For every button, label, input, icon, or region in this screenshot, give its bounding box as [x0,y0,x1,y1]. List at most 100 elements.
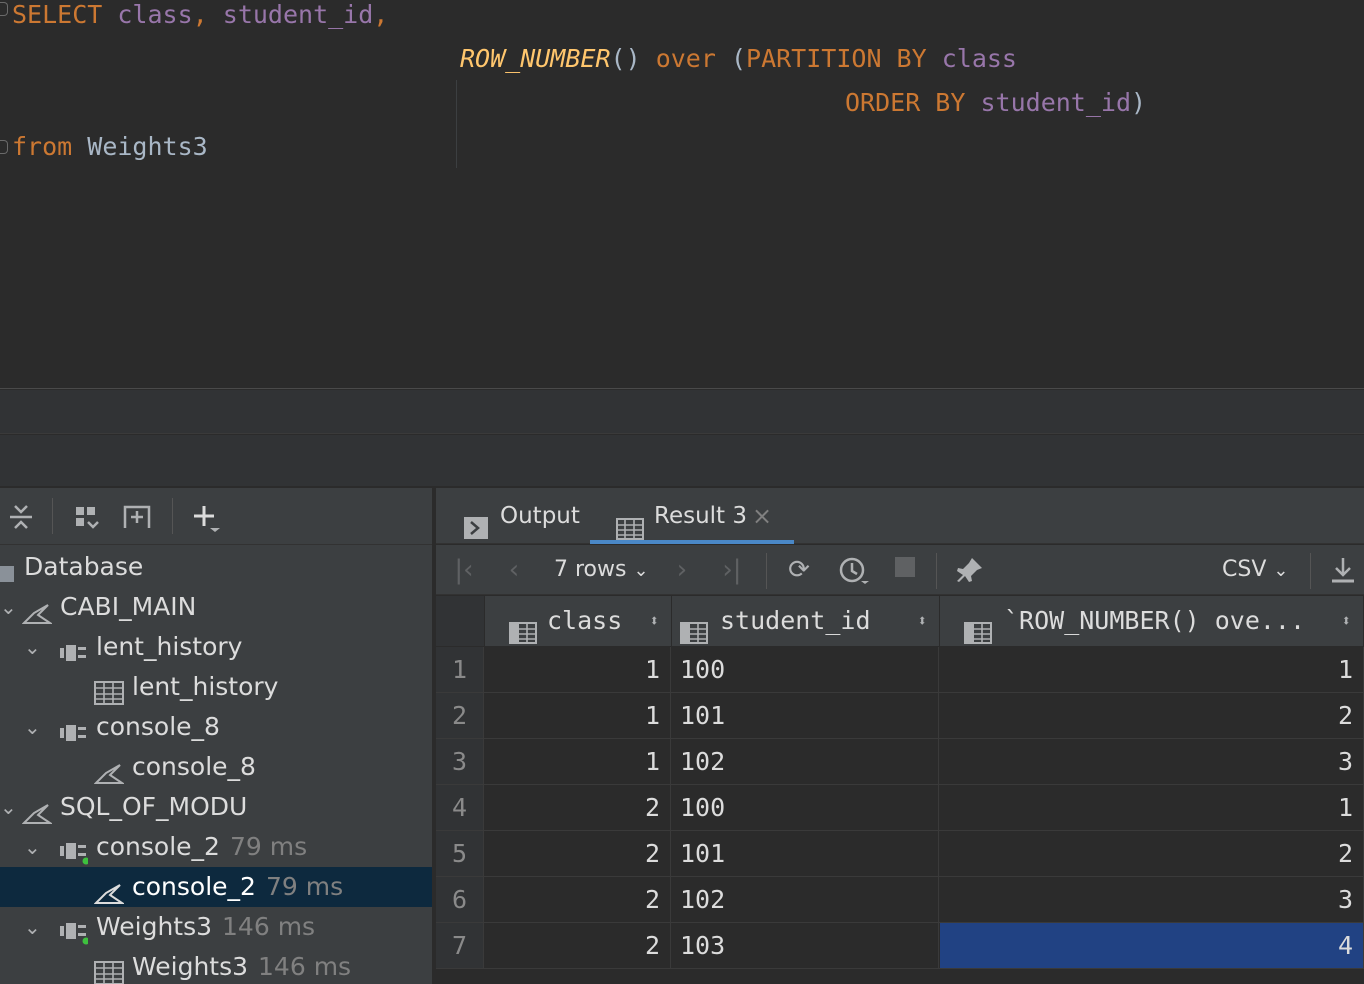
sort-icon[interactable]: ⬍ [917,596,927,646]
close-paren: ) [1131,88,1147,117]
download-icon[interactable] [1328,555,1358,585]
cell-student-id[interactable]: 100 [672,785,939,830]
collapse-all-icon[interactable] [6,502,36,532]
table-row[interactable]: 2 1 101 2 [436,693,1364,739]
row-number: 7 [436,923,484,968]
tree-item-cabi-main[interactable]: ⌄ CABI_MAIN [0,587,432,627]
chevron-down-icon[interactable]: ⌄ [24,907,44,947]
add-icon[interactable] [190,502,220,532]
cell-row-number-selected[interactable]: 4 [940,923,1364,968]
results-grid[interactable]: class ⬍ student_id ⬍ `ROW_NUMBER() ove..… [436,596,1364,984]
row-number: 4 [436,785,484,830]
table-row[interactable]: 7 2 103 4 [436,923,1364,969]
database-icon [0,557,16,582]
last-page-icon[interactable]: ›| [718,555,746,585]
rows-count-dropdown[interactable]: 7 rows ⌄ [554,555,649,585]
tree-item-sql-of-modu[interactable]: ⌄ SQL_OF_MODU [0,787,432,827]
cell-row-number[interactable]: 3 [940,877,1364,922]
cell-row-number[interactable]: 2 [940,831,1364,876]
column-icon [680,611,708,644]
previous-page-icon[interactable]: ‹ [500,555,528,585]
cell-class[interactable]: 2 [485,877,671,922]
table-icon [94,677,124,705]
session-active-icon [58,917,90,945]
table-row[interactable]: 6 2 102 3 [436,877,1364,923]
pin-icon[interactable] [954,555,986,585]
code-line-2: ROW_NUMBER() over (PARTITION BY class [460,44,1017,74]
tree-item-label: Database [24,552,144,581]
chevron-down-icon[interactable]: ⌄ [24,627,44,667]
tree-item-console-2-session[interactable]: ⌄ console_2 79 ms [0,827,432,867]
toolbar-separator [766,553,767,589]
fold-marker-icon[interactable] [0,2,8,16]
cell-row-number[interactable]: 1 [940,785,1364,830]
column-header-row-number[interactable]: `ROW_NUMBER() ove... ⬍ [940,596,1364,646]
refresh-icon[interactable]: ⟳ [784,555,814,585]
sort-icon[interactable]: ⬍ [649,596,659,646]
editor-separator [0,390,1364,434]
cell-student-id[interactable]: 100 [672,647,939,692]
cell-class[interactable]: 1 [485,739,671,784]
column-header-label: `ROW_NUMBER() ove... [1004,606,1306,635]
execution-time: 79 ms [229,832,308,861]
cell-row-number[interactable]: 1 [940,647,1364,692]
history-icon[interactable] [836,555,870,585]
fold-marker-icon[interactable] [0,140,8,154]
cell-class[interactable]: 2 [485,923,671,968]
cell-row-number[interactable]: 2 [940,693,1364,738]
console-icon [93,877,126,904]
indent-guide [456,80,457,168]
column-student-id: student_id [980,88,1131,117]
next-page-icon[interactable]: › [668,555,696,585]
keyword-partition-by: PARTITION BY [746,44,927,73]
cell-student-id[interactable]: 101 [672,693,939,738]
tree-item-label: console_2 79 ms [132,867,343,907]
first-page-icon[interactable]: |‹ [450,555,478,585]
chevron-down-icon[interactable]: ⌄ [24,827,44,867]
tree-item-console-2[interactable]: console_2 79 ms [0,867,432,907]
cell-student-id[interactable]: 102 [672,739,939,784]
table-row[interactable]: 5 2 101 2 [436,831,1364,877]
open-paren: ( [730,44,747,73]
tree-item-console-8[interactable]: console_8 [0,747,432,787]
export-format-dropdown[interactable]: CSV ⌄ [1222,555,1288,585]
stop-icon[interactable] [892,555,918,585]
cell-class[interactable]: 1 [485,693,671,738]
column-header-student-id[interactable]: student_id ⬍ [672,596,940,646]
cell-class[interactable]: 2 [485,785,671,830]
execution-time: 79 ms [265,872,344,901]
panel-divider[interactable] [0,435,1364,487]
cell-student-id[interactable]: 102 [672,877,939,922]
cell-row-number[interactable]: 3 [940,739,1364,784]
tree-item-console-8-session[interactable]: ⌄ console_8 [0,707,432,747]
comma: , [373,0,389,29]
tree-item-weights3-session[interactable]: ⌄ Weights3 146 ms [0,907,432,947]
tree-item-lent-history-session[interactable]: ⌄ lent_history [0,627,432,667]
session-name: console_2 [96,832,220,861]
tree-item-lent-history-table[interactable]: lent_history [0,667,432,707]
session-name: Weights3 [96,912,213,941]
sort-icon[interactable]: ⬍ [1341,596,1351,646]
tab-label: Output [500,503,580,529]
sql-editor[interactable]: SELECT class, student_id, ROW_NUMBER() o… [0,0,1364,389]
cell-student-id[interactable]: 103 [672,923,939,968]
new-query-icon[interactable] [122,502,152,532]
layout-icon[interactable] [72,502,102,532]
column-header-class[interactable]: class ⬍ [485,596,672,646]
table-row[interactable]: 3 1 102 3 [436,739,1364,785]
tab-result-3[interactable]: Result 3 × [590,488,794,544]
cell-class[interactable]: 2 [485,831,671,876]
tree-item-weights3-table[interactable]: Weights3 146 ms [0,947,432,984]
console-icon [21,597,54,624]
close-icon[interactable]: × [752,488,772,544]
chevron-down-icon[interactable]: ⌄ [0,587,20,627]
table-row[interactable]: 4 2 100 1 [436,785,1364,831]
chevron-down-icon[interactable]: ⌄ [0,787,20,827]
table-row[interactable]: 1 1 100 1 [436,647,1364,693]
cell-student-id[interactable]: 101 [672,831,939,876]
chevron-down-icon[interactable]: ⌄ [24,707,44,747]
cell-class[interactable]: 1 [485,647,671,692]
row-number: 1 [436,647,484,692]
tree-item-database[interactable]: Database [0,547,432,587]
column-class: class [117,0,193,29]
